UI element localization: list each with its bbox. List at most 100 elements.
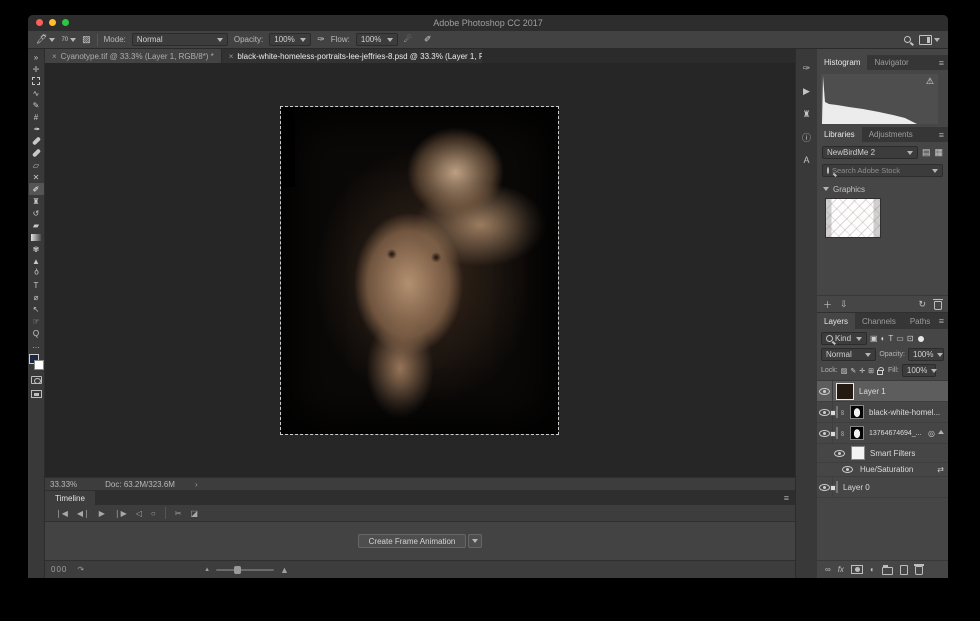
screen-mode-button[interactable] bbox=[29, 388, 44, 400]
filter-toggle[interactable] bbox=[918, 336, 924, 342]
first-frame-button[interactable]: ❘◀ bbox=[55, 509, 68, 518]
new-layer-icon[interactable] bbox=[900, 565, 908, 575]
delete-icon[interactable] bbox=[934, 301, 942, 310]
render-settings-button[interactable]: ○ bbox=[151, 509, 156, 518]
filter-blending-options-icon[interactable]: ⇄ bbox=[937, 465, 944, 474]
hue-saturation-row[interactable]: Hue/Saturation ⇄ bbox=[817, 463, 948, 477]
layer-row-layer0[interactable]: Layer 0 bbox=[817, 477, 948, 498]
document-tab-cyanotype[interactable]: × Cyanotype.tif @ 33.3% (Layer 1, RGB/8*… bbox=[45, 49, 222, 63]
new-group-icon[interactable] bbox=[882, 567, 893, 575]
airbrush-button[interactable]: ☄︎ bbox=[404, 34, 412, 45]
zoom-tool[interactable]: Q bbox=[29, 327, 44, 339]
tab-libraries[interactable]: Libraries bbox=[817, 127, 862, 142]
collapse-filters-chevron[interactable] bbox=[938, 430, 944, 434]
layer-row-smart-object[interactable]: ∞ 13764674694_... ◎ bbox=[817, 423, 948, 444]
type-tool[interactable]: T bbox=[29, 279, 44, 291]
zoom-window-button[interactable] bbox=[62, 19, 69, 26]
lasso-tool[interactable]: ∿ bbox=[29, 87, 44, 99]
clone-stamp-tool[interactable]: ♜ bbox=[29, 195, 44, 207]
pen-tool[interactable]: ⌀ bbox=[29, 291, 44, 303]
layer-mask-thumbnail[interactable] bbox=[850, 426, 864, 440]
edit-toolbar-button[interactable]: … bbox=[29, 339, 44, 351]
status-expand-arrow[interactable]: › bbox=[195, 480, 198, 489]
canvas-image[interactable] bbox=[281, 107, 558, 434]
smoothing-button[interactable]: ✐ bbox=[424, 34, 432, 45]
character-panel-icon[interactable]: A bbox=[799, 153, 815, 167]
pixel-filter-icon[interactable]: ▣ bbox=[870, 334, 878, 343]
path-selection-tool[interactable]: ↖ bbox=[29, 303, 44, 315]
adjustment-filter-icon[interactable]: ◐ bbox=[881, 334, 886, 343]
quick-selection-tool[interactable]: ✎ bbox=[29, 99, 44, 111]
layer-thumbnail[interactable] bbox=[836, 481, 838, 493]
lock-all-icon[interactable] bbox=[877, 370, 883, 375]
hand-tool[interactable]: ☞ bbox=[29, 315, 44, 327]
document-tab-homeless-portrait[interactable]: × black-white-homeless-portraits-lee-jef… bbox=[222, 49, 482, 63]
tab-navigator[interactable]: Navigator bbox=[867, 55, 915, 70]
tab-adjustments[interactable]: Adjustments bbox=[862, 127, 920, 142]
panel-menu-icon[interactable]: ≡ bbox=[939, 316, 944, 326]
create-frame-animation-button[interactable]: Create Frame Animation bbox=[358, 534, 467, 548]
list-view-icon[interactable]: ▦ bbox=[934, 147, 943, 158]
collapse-tools-chevron[interactable]: » bbox=[29, 51, 44, 63]
layer-blend-mode-select[interactable]: Normal bbox=[821, 348, 876, 361]
visibility-cell[interactable] bbox=[831, 444, 847, 462]
actions-panel-icon[interactable]: ▶ bbox=[799, 84, 815, 98]
smart-filters-row[interactable]: Smart Filters bbox=[817, 444, 948, 463]
link-layers-icon[interactable]: ∞ bbox=[825, 565, 831, 574]
gradient-tool[interactable] bbox=[29, 231, 44, 243]
workspace-switcher[interactable] bbox=[919, 35, 940, 45]
warning-icon[interactable]: ⚠︎ bbox=[926, 76, 934, 87]
panel-menu-icon[interactable]: ≡ bbox=[939, 58, 944, 68]
background-color-swatch[interactable] bbox=[34, 360, 44, 370]
spot-healing-brush-tool[interactable] bbox=[29, 135, 44, 147]
adobe-stock-search[interactable] bbox=[822, 164, 943, 177]
zoom-level-field[interactable]: 33.33% bbox=[50, 480, 77, 489]
brush-preset-picker[interactable]: 70 bbox=[61, 35, 76, 45]
layer-fill-select[interactable]: 100% bbox=[902, 364, 936, 377]
grid-view-icon[interactable]: ▤ bbox=[922, 147, 931, 158]
new-adjustment-layer-icon[interactable]: ◐ bbox=[870, 565, 875, 574]
audio-mute-button[interactable]: ◁ bbox=[136, 509, 142, 518]
type-filter-icon[interactable]: T bbox=[888, 334, 893, 343]
lock-position-icon[interactable]: ✛ bbox=[859, 367, 865, 375]
layer-effects-icon[interactable]: fx bbox=[838, 565, 844, 574]
tab-layers[interactable]: Layers bbox=[817, 313, 855, 329]
search-icon[interactable] bbox=[904, 36, 911, 43]
close-tab-icon[interactable]: × bbox=[229, 52, 234, 61]
split-clip-button[interactable]: ✂ bbox=[175, 509, 182, 518]
next-frame-button[interactable]: ❘▶ bbox=[114, 509, 127, 518]
layer-name[interactable]: Layer 1 bbox=[859, 387, 886, 396]
blend-mode-select[interactable]: Normal bbox=[132, 33, 228, 46]
eraser-tool[interactable]: ▰ bbox=[29, 219, 44, 231]
search-input[interactable] bbox=[832, 166, 929, 175]
lock-artboard-icon[interactable]: ⊞ bbox=[868, 367, 874, 375]
smart-object-filter-icon[interactable]: ⊡ bbox=[907, 334, 914, 343]
brush-tool[interactable]: ✐ bbox=[29, 183, 44, 195]
eyedropper-tool[interactable]: ✒ bbox=[29, 123, 44, 135]
tab-channels[interactable]: Channels bbox=[855, 313, 903, 329]
canvas-pasteboard[interactable] bbox=[45, 63, 795, 477]
minimize-window-button[interactable] bbox=[49, 19, 56, 26]
timeline-tab[interactable]: Timeline bbox=[45, 491, 95, 505]
zoom-in-icon[interactable]: ▲ bbox=[280, 565, 289, 575]
layer-thumbnail[interactable] bbox=[836, 383, 854, 400]
panel-menu-icon[interactable]: ≡ bbox=[939, 130, 944, 140]
dodge-tool[interactable]: ϙ bbox=[29, 267, 44, 279]
content-aware-move-tool[interactable]: ✕ bbox=[29, 171, 44, 183]
play-button[interactable]: ▶ bbox=[99, 509, 105, 518]
layer-row-layer1[interactable]: Layer 1 bbox=[817, 381, 948, 402]
quick-mask-button[interactable] bbox=[29, 374, 44, 386]
healing-brush-tool[interactable] bbox=[29, 147, 44, 159]
filter-mask-thumbnail[interactable] bbox=[851, 446, 865, 460]
slider-thumb[interactable] bbox=[234, 566, 241, 574]
layer-name[interactable]: black-white-homel... bbox=[869, 408, 940, 417]
sharpen-tool[interactable]: ▲ bbox=[29, 255, 44, 267]
zoom-out-icon[interactable]: ▲ bbox=[204, 567, 210, 573]
brush-settings-panel-icon[interactable]: ✑ bbox=[799, 61, 815, 75]
lock-pixels-icon[interactable]: ✎ bbox=[850, 367, 856, 375]
rectangular-marquee-tool[interactable] bbox=[29, 75, 44, 87]
timeline-menu-icon[interactable]: ≡ bbox=[784, 493, 789, 503]
delete-layer-icon[interactable] bbox=[915, 566, 923, 575]
sync-icon[interactable]: ↻ bbox=[918, 299, 926, 310]
library-select[interactable]: NewBirdMe 2 bbox=[822, 146, 918, 159]
